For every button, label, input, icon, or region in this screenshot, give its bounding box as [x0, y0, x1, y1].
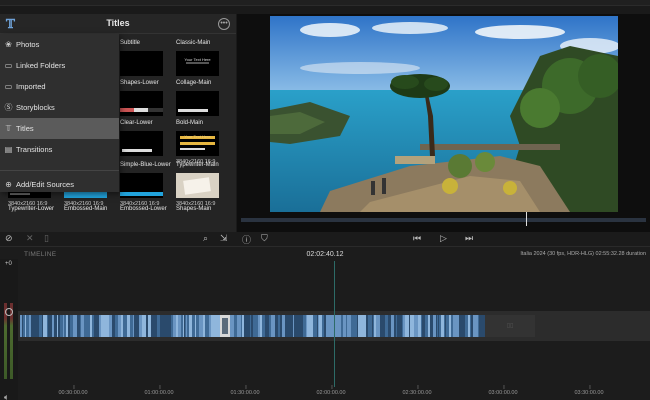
top-strip: [0, 0, 650, 6]
source-item-label: Transitions: [16, 145, 53, 154]
ruler-tick-label: 01:00:00.00: [144, 385, 174, 396]
ruler-tick-label: 02:00:00.00: [316, 385, 346, 396]
title-tile-label: Bold-Main: [176, 120, 204, 126]
source-item-linked-folders[interactable]: ▭ Linked Folders: [0, 55, 119, 76]
title-tile-thumbnail: Your Text Here: [176, 131, 219, 156]
video-track-clips[interactable]: [20, 315, 485, 337]
title-tile-label: Shapes-Main: [176, 206, 212, 212]
source-item-imported[interactable]: ▭ Imported: [0, 76, 119, 97]
title-tile-label: Subtitle: [120, 40, 141, 46]
source-item-label: Storyblocks: [16, 103, 55, 112]
audio-level-label: +0: [5, 261, 12, 267]
source-item-transitions[interactable]: ▤ Transitions: [0, 139, 119, 160]
source-item-label: Add/Edit Sources: [16, 180, 74, 189]
ruler-tick-label: 00:30:00.00: [58, 385, 88, 396]
storyblocks-icon: Ⓢ: [4, 103, 13, 112]
trailing-clip-placeholder[interactable]: ▯▯: [485, 315, 535, 337]
skip-forward-icon[interactable]: ⏭: [465, 233, 473, 244]
track-area[interactable]: ▯▯: [18, 261, 650, 387]
title-tile-label: Clear-Lower: [120, 120, 153, 126]
ruler-tick-label: 03:30:00.00: [574, 385, 604, 396]
thumbnail-caption: Your Text Here: [184, 134, 211, 139]
source-item-label: Titles: [16, 124, 34, 133]
scrub-playhead[interactable]: [526, 212, 527, 226]
title-tile-label: Collage-Main: [176, 80, 212, 86]
folder-icon: ▭: [4, 82, 13, 91]
ruler-tick-label: 02:30:00.00: [402, 385, 432, 396]
check-circle-icon[interactable]: ⊘: [5, 233, 13, 244]
source-item-photos[interactable]: ❀ Photos: [0, 34, 119, 55]
viewer-scrub-bar[interactable]: [241, 212, 646, 226]
skip-back-icon[interactable]: ⏮: [413, 233, 421, 244]
ruler-tick-label: 01:30:00.00: [230, 385, 260, 396]
title-tile-label: Simple-Blue-Lower: [120, 162, 171, 168]
title-tile-label: Classic-Main: [176, 40, 211, 46]
transitions-icon: ▤: [4, 145, 13, 154]
clip-thumbnails: [20, 315, 485, 337]
source-item-label: Linked Folders: [16, 61, 66, 70]
import-icon[interactable]: ⇲: [220, 233, 228, 244]
title-tile-thumbnail: [120, 51, 163, 76]
title-tile-thumbnail: [176, 173, 219, 198]
close-icon[interactable]: ✕: [26, 233, 34, 244]
title-tile-label: Typewriter-Lower: [8, 206, 55, 212]
shield-icon[interactable]: ⛉: [261, 233, 268, 244]
title-tile-label: Shapes-Lower: [120, 80, 159, 86]
title-tile-thumbnail: Your Text Here: [176, 51, 219, 76]
viewer: [237, 14, 650, 232]
plus-circle-icon: ⊕: [5, 180, 12, 189]
play-icon[interactable]: ▷: [440, 233, 447, 244]
title-t-icon: 𝕋: [5, 124, 12, 133]
source-item-label: Photos: [16, 40, 40, 49]
sources-popover: ❀ Photos ▭ Linked Folders ▭ Imported Ⓢ Storyblo…: [0, 34, 119, 192]
trash-icon[interactable]: ▯: [44, 233, 49, 244]
info-circle-icon[interactable]: ⓘ: [242, 233, 251, 246]
thumbnail-caption: Your Text Here: [184, 57, 211, 62]
timeline-ruler[interactable]: 00:30:00.00 01:00:00.00 01:30:00.00 02:00:0…: [18, 385, 650, 400]
source-item-titles[interactable]: 𝕋 Titles: [0, 118, 119, 139]
ruler-tick-label: 03:00:00.00: [488, 385, 518, 396]
browser-header: 𝕋 Titles •••: [0, 14, 236, 34]
title-tile-thumbnail: [120, 91, 163, 116]
source-item-storyblocks[interactable]: Ⓢ Storyblocks: [0, 97, 119, 118]
title-tile-label: Embossed-Lower: [120, 206, 167, 212]
volume-knob-icon[interactable]: [5, 308, 13, 316]
viewer-photo: [270, 16, 618, 212]
title-tile-thumbnail: [120, 131, 163, 156]
source-item-add-edit-sources[interactable]: ⊕ Add/Edit Sources: [0, 174, 119, 195]
speaker-icon[interactable]: 🔈︎: [4, 392, 9, 400]
title-tile-label: Embossed-Main: [64, 206, 108, 212]
ellipsis-circle-icon[interactable]: •••: [218, 18, 230, 30]
flower-icon: ❀: [5, 40, 12, 49]
viewer-frame[interactable]: [270, 16, 618, 212]
browser-title: Titles: [106, 18, 130, 28]
title-tile-thumbnail: [120, 173, 163, 198]
source-item-label: Imported: [16, 82, 46, 91]
audio-sidebar: +0 🔈︎: [0, 259, 18, 400]
project-info: Italia 2024 (30 fps, HDR-HLG) 02:55:32.2…: [520, 251, 646, 257]
folder-icon: ▭: [4, 61, 13, 70]
timeline-panel: +0 🔈︎ TIMELINE 02:02:40.12 Italia 2024 (…: [0, 246, 650, 400]
zoom-icon[interactable]: ⌕: [203, 233, 208, 244]
title-tile-thumbnail: [176, 91, 219, 116]
sources-divider: [0, 170, 119, 171]
timeline-playhead[interactable]: [334, 261, 335, 387]
media-browser: 𝕋 Titles ••• Subtitle Classic-Main Your Te…: [0, 14, 236, 232]
controls-bar: ⊘ ✕ ▯ ⌕ ⇲ ⓘ ⛉ ⏮ ▷ ⏭: [0, 232, 650, 246]
title-tile-label: Typewriter-Main: [176, 162, 219, 168]
